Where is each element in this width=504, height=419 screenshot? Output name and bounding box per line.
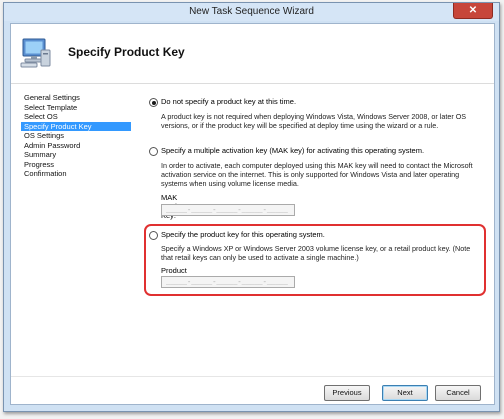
- red-highlight-annotation: [144, 224, 486, 296]
- wizard-body: Specify Product Key General Settings Sel…: [10, 23, 495, 405]
- radio-no-product-key[interactable]: [149, 98, 158, 107]
- option-no-product-key-description: A product key is not required when deplo…: [161, 112, 467, 131]
- next-button[interactable]: Next: [382, 385, 428, 401]
- nav-step-select-os[interactable]: Select OS: [21, 112, 131, 122]
- option-mak-key-label[interactable]: Specify a multiple activation key (MAK k…: [161, 146, 424, 155]
- header-divider: [11, 83, 494, 84]
- nav-step-admin-password[interactable]: Admin Password: [21, 141, 131, 151]
- nav-step-confirmation[interactable]: Confirmation: [21, 169, 131, 179]
- wizard-header: Specify Product Key: [11, 24, 494, 79]
- title-bar[interactable]: New Task Sequence Wizard ✕: [4, 3, 499, 21]
- wizard-window: New Task Sequence Wizard ✕ Specify Produ…: [3, 2, 500, 412]
- close-button[interactable]: ✕: [453, 3, 493, 19]
- computer-icon: [20, 38, 51, 68]
- page-title: Specify Product Key: [68, 45, 185, 59]
- wizard-steps-nav: General Settings Select Template Select …: [21, 93, 131, 179]
- nav-step-summary[interactable]: Summary: [21, 150, 131, 160]
- option-no-product-key-label[interactable]: Do not specify a product key at this tim…: [161, 97, 296, 106]
- nav-step-specify-product-key[interactable]: Specify Product Key: [21, 121, 131, 131]
- footer-divider: [11, 376, 494, 377]
- nav-step-os-settings[interactable]: OS Settings: [21, 131, 131, 141]
- nav-step-general-settings[interactable]: General Settings: [21, 93, 131, 103]
- nav-step-progress[interactable]: Progress: [21, 160, 131, 170]
- window-title: New Task Sequence Wizard: [189, 6, 314, 17]
- previous-button[interactable]: Previous: [324, 385, 370, 401]
- radio-mak-key[interactable]: [149, 147, 158, 156]
- close-icon: ✕: [468, 5, 478, 16]
- cancel-button[interactable]: Cancel: [435, 385, 481, 401]
- option-mak-key-description: In order to activate, each computer depl…: [161, 161, 473, 189]
- mak-product-key-input[interactable]: _____-_____-_____-_____-_____: [161, 204, 295, 216]
- nav-step-select-template[interactable]: Select Template: [21, 103, 131, 113]
